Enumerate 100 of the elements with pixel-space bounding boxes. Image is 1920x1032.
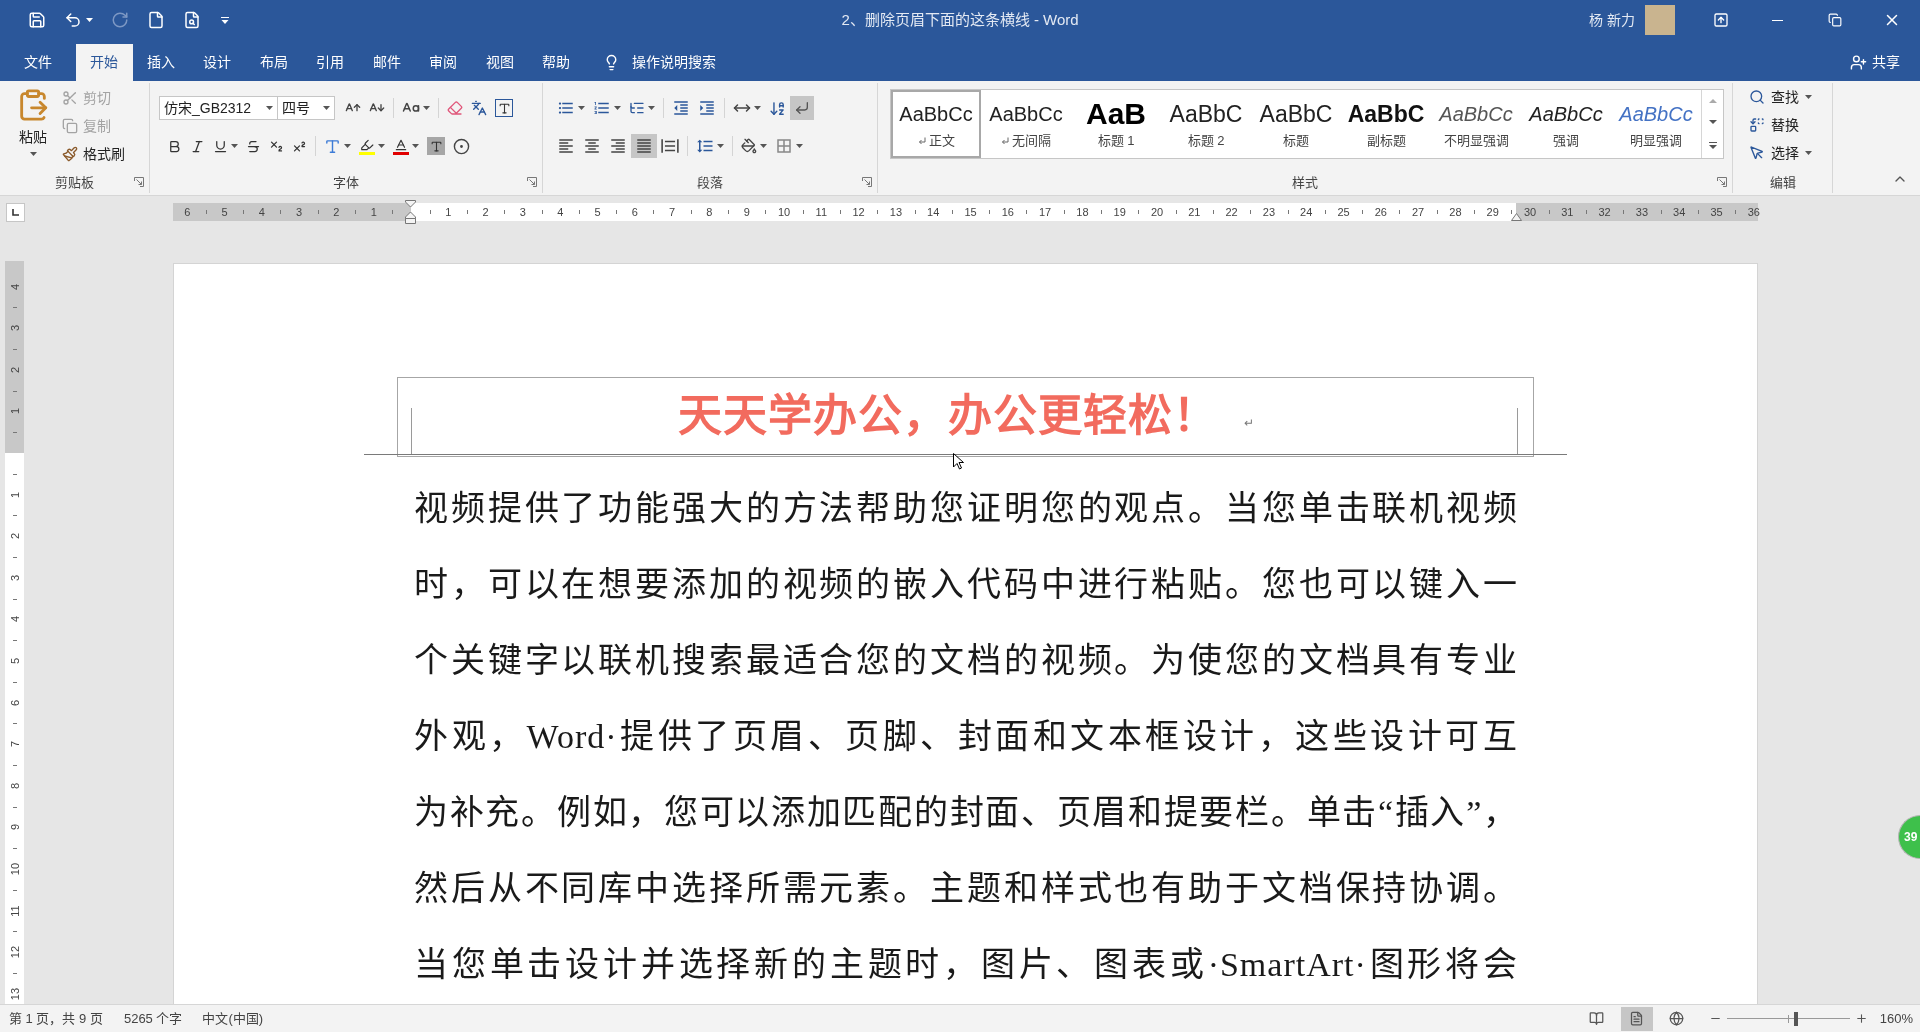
- zoom-slider[interactable]: [1726, 1011, 1850, 1026]
- style-gallery-item[interactable]: AaBbC 副标题: [1341, 90, 1431, 158]
- ruler-number: 26: [1374, 205, 1387, 219]
- replace-button[interactable]: 替换: [1749, 113, 1812, 137]
- caret-icon: [614, 106, 621, 110]
- ribbon-tab[interactable]: 插入: [132, 44, 189, 81]
- ruler-number: 1: [370, 205, 377, 219]
- print-layout-button[interactable]: [1620, 1006, 1653, 1031]
- ruler-number: 5: [221, 205, 228, 219]
- format-painter-button[interactable]: 格式刷: [62, 142, 125, 166]
- ruler-number: 7: [669, 205, 676, 219]
- ruler-number: 5: [7, 657, 22, 665]
- list-tree-icon: [629, 100, 645, 116]
- font-name-combobox[interactable]: 仿宋_GB2312: [159, 96, 278, 120]
- ruler-number: 21: [1188, 205, 1201, 219]
- ruler-number: 34: [1673, 205, 1686, 219]
- ribbon-tab[interactable]: 审阅: [415, 44, 472, 81]
- user-plus-icon: [1850, 54, 1867, 71]
- ruler-number: 6: [184, 205, 191, 219]
- indent-increase-icon: [698, 99, 716, 117]
- style-gallery-item[interactable]: AaBbCc 明显强调: [1611, 90, 1701, 158]
- justify-icon: [635, 137, 653, 155]
- font-size-combobox[interactable]: 四号: [278, 96, 335, 120]
- ruler-number: 6: [7, 699, 22, 706]
- paint-bucket-icon: [741, 138, 757, 154]
- ribbon-tab[interactable]: 视图: [471, 44, 528, 81]
- caret-icon: [1805, 151, 1812, 155]
- ruler-number: 3: [7, 574, 22, 581]
- ruler-number: 27: [1411, 205, 1425, 219]
- caret-icon: [221, 16, 229, 24]
- ribbon-tab[interactable]: 帮助: [528, 44, 585, 81]
- paragraph-mark: ↵: [1243, 415, 1254, 432]
- dialog-launcher-icon[interactable]: [1717, 177, 1727, 187]
- ruler-number: 13: [7, 987, 22, 1000]
- style-gallery-item[interactable]: AaBbCc 无间隔: [981, 90, 1071, 158]
- group-label: 样式: [1292, 175, 1318, 189]
- ruler-number: 1: [7, 491, 22, 498]
- group-label: 段落: [697, 175, 723, 189]
- caret-icon: [760, 144, 767, 148]
- style-gallery-item[interactable]: AaBbC 标题 2: [1161, 90, 1251, 158]
- ruler-number: 36: [1747, 205, 1760, 219]
- zoom-in-icon[interactable]: [1854, 1012, 1868, 1025]
- ruler-number: 3: [7, 325, 22, 332]
- underline-icon: [213, 138, 228, 154]
- page-icon: [1629, 1011, 1645, 1026]
- caret-icon: [344, 144, 351, 148]
- zoom-level[interactable]: 160%: [1879, 1008, 1913, 1029]
- caret-icon: [412, 144, 419, 148]
- ruler-number: 32: [1598, 205, 1611, 219]
- style-gallery-item[interactable]: AaBbCc 不明显强调: [1431, 90, 1521, 158]
- align-left-icon: [557, 137, 575, 155]
- shaded-type-icon: [427, 137, 445, 155]
- ruler-number: 8: [706, 205, 713, 219]
- square-arrow-up-icon: [1712, 12, 1729, 28]
- ruler-number: 11: [7, 904, 22, 917]
- distributed-align-icon: [661, 137, 679, 155]
- language-status[interactable]: 中文(中国): [202, 1008, 264, 1029]
- header-title: 天天学办公，办公更轻松！: [677, 391, 1218, 443]
- page-count-status[interactable]: 第 1 页，共 9 页: [9, 1008, 103, 1029]
- ribbon-tab[interactable]: 布局: [245, 44, 302, 81]
- group-label: 编辑: [1769, 175, 1796, 189]
- more-styles-icon[interactable]: [1708, 142, 1717, 150]
- zoom-slider-thumb[interactable]: [1793, 1011, 1798, 1026]
- tell-me-search[interactable]: 操作说明搜索: [602, 44, 716, 81]
- find-button[interactable]: 查找: [1749, 85, 1812, 109]
- style-gallery-item[interactable]: AaBbC 标题: [1251, 90, 1341, 158]
- ribbon-tab[interactable]: 设计: [189, 44, 246, 81]
- word-count-status[interactable]: 5265 个字: [123, 1008, 183, 1029]
- dialog-launcher-icon[interactable]: [862, 177, 872, 187]
- ruler-number: 31: [1561, 205, 1574, 219]
- show-marks-button[interactable]: [790, 96, 814, 120]
- counter-badge: 39: [1898, 815, 1920, 859]
- ruler-number: 12: [7, 946, 22, 959]
- sort-icon: [769, 99, 786, 117]
- dialog-launcher-icon[interactable]: [134, 177, 144, 187]
- style-gallery-item[interactable]: AaBbCc 强调: [1521, 90, 1611, 158]
- ribbon-tab[interactable]: 开始: [76, 44, 133, 81]
- mouse-pointer-icon: [953, 453, 964, 470]
- tab-selector-button[interactable]: [6, 203, 25, 222]
- paste-button[interactable]: 粘贴: [10, 83, 56, 171]
- ribbon-tab[interactable]: 引用: [302, 44, 359, 81]
- ribbon-tab[interactable]: 邮件: [358, 44, 415, 81]
- justify-button[interactable]: [631, 134, 657, 158]
- ruler-number: 13: [889, 205, 902, 219]
- superscript-icon: [292, 138, 307, 154]
- ruler-number: 2: [7, 366, 22, 373]
- ribbon-tab[interactable]: 文件: [0, 44, 76, 81]
- caret-icon: [323, 106, 330, 110]
- dialog-launcher-icon[interactable]: [527, 177, 537, 187]
- ruler-number: 28: [1449, 205, 1462, 219]
- style-gallery-item[interactable]: AaB 标题 1: [1071, 90, 1161, 158]
- right-indent-marker-icon[interactable]: [1511, 213, 1522, 221]
- highlighter-icon: [359, 137, 375, 155]
- redo-icon: [111, 11, 129, 29]
- style-gallery-item[interactable]: AaBbCc 正文: [891, 90, 981, 158]
- circle-dot-icon: [453, 137, 470, 155]
- share-button[interactable]: 共享: [1850, 44, 1900, 81]
- select-button[interactable]: 选择: [1749, 141, 1812, 165]
- scroll-down-icon[interactable]: [1708, 120, 1717, 125]
- indent-marker-icon[interactable]: [405, 200, 416, 224]
